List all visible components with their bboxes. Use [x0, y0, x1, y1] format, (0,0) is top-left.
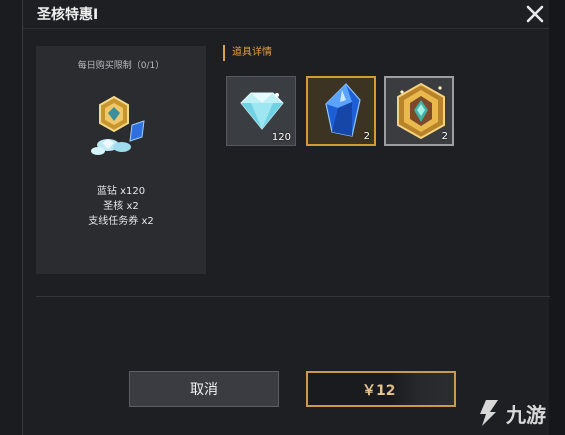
watermark-text: 九游	[506, 402, 546, 427]
item-details-label: 道具详情	[223, 45, 272, 61]
divider	[36, 296, 550, 297]
dialog-title: 圣核特惠I	[37, 7, 99, 23]
watermark-logo-icon	[480, 400, 498, 426]
purchase-limit-text: 每日购买限制（0/1）	[77, 61, 165, 71]
watermark: 九游	[476, 395, 546, 431]
close-button[interactable]	[522, 1, 548, 27]
bundle-content-blue-diamond: 蓝钻 x120	[96, 186, 146, 197]
purchase-button[interactable]: ￥12	[306, 371, 456, 407]
item-tile-blue-diamond[interactable]: 120	[226, 76, 296, 146]
item-quantity: 2	[363, 131, 370, 142]
bundle-gem-icon	[91, 95, 145, 155]
bundle-contents-list: 蓝钻 x120 圣核 x2 支线任务券 x2	[36, 184, 206, 229]
cancel-button[interactable]: 取消	[129, 371, 279, 407]
close-icon	[526, 5, 544, 23]
background-left	[0, 0, 24, 435]
item-quantity: 120	[271, 132, 291, 143]
item-quantity: 2	[441, 131, 448, 142]
bundle-summary-panel: 每日购买限制（0/1） 蓝钻 x120 圣核 x2 支线任务券 x2	[36, 46, 206, 274]
background-right	[548, 0, 565, 435]
button-overlay	[390, 373, 454, 405]
item-tile-holy-core[interactable]: 2	[384, 76, 454, 146]
bundle-offer-dialog: 圣核特惠I 每日购买限制（0/1） 蓝钻 x120 圣核 x2 支线任务券 x2…	[22, 0, 550, 435]
dialog-header: 圣核特惠I	[23, 0, 549, 29]
bundle-content-side-quest-ticket: 支线任务券 x2	[88, 216, 154, 227]
item-tile-blue-crystal[interactable]: 2	[306, 76, 376, 146]
bundle-content-holy-core: 圣核 x2	[103, 201, 139, 212]
